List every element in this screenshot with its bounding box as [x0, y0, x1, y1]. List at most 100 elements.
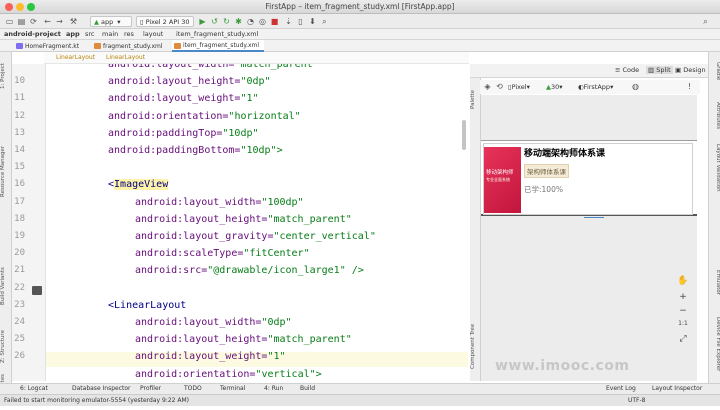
attribute-value: "0dp"	[261, 317, 292, 328]
tool-profiler[interactable]: Profiler	[140, 385, 161, 392]
orientation-icon[interactable]: ⟲	[494, 81, 505, 92]
tool-layout-inspector[interactable]: Layout Inspector	[652, 385, 702, 392]
debug-icon[interactable]: ✱	[233, 16, 244, 27]
code-line[interactable]: android:layout_height="match_parent"	[135, 214, 352, 225]
code-line[interactable]: android:src="@drawable/icon_large1" />	[135, 265, 364, 276]
pan-icon[interactable]: ✋	[676, 276, 690, 288]
code-line[interactable]: android:paddingTop="10dp"	[108, 128, 259, 139]
title-bar: FirstApp – item_fragment_study.xml [Firs…	[0, 0, 720, 14]
tool-terminal[interactable]: Terminal	[220, 385, 245, 392]
breadcrumb-app[interactable]: app	[66, 30, 80, 38]
tool-resource-manager[interactable]: Resource Manager	[0, 142, 12, 200]
module-select[interactable]: ▲ app ▾	[90, 16, 132, 27]
split-mode-button[interactable]: ▥ Split	[646, 66, 673, 74]
code-line[interactable]: android:scaleType="fitCenter"	[135, 248, 310, 259]
attach-debugger-icon[interactable]: ◎	[257, 16, 268, 27]
editor-scrollbar[interactable]	[462, 120, 466, 150]
forward-icon[interactable]: →	[54, 16, 65, 27]
stop-icon[interactable]: ■	[269, 16, 280, 27]
code-mode-button[interactable]: ≡ Code	[615, 66, 639, 74]
code-line[interactable]: android:orientation="horizontal"	[108, 111, 301, 122]
zoom-out-icon[interactable]: −	[676, 306, 690, 318]
tool-structure[interactable]: Z: Structure	[0, 327, 12, 367]
tool-logcat[interactable]: 6: Logcat	[20, 385, 48, 392]
sdk-manager-icon[interactable]: ⬇	[307, 16, 318, 27]
search-icon[interactable]: ⌕	[700, 16, 711, 27]
save-icon[interactable]: ▤	[16, 16, 27, 27]
breadcrumb-layout[interactable]: layout	[143, 30, 163, 38]
tool-run[interactable]: 4: Run	[264, 385, 283, 392]
main-toolbar: ▭ ▤ ⟳ ← → ⚒ ▲ app ▾ ▯ Pixel 2 API 30 ▶ ↺…	[0, 14, 720, 29]
profile-icon[interactable]: ◔	[245, 16, 256, 27]
tool-gradle[interactable]: Gradle	[709, 56, 720, 86]
device-menu[interactable]: ▯ Pixel ▾	[508, 81, 530, 92]
run-icon[interactable]: ▶	[197, 16, 208, 27]
code-line[interactable]: android:layout_weight="1"	[135, 351, 286, 362]
warning-icon[interactable]: !	[684, 81, 695, 92]
api-menu[interactable]: ▲ 30 ▾	[546, 81, 563, 92]
attribute-name: android:src=	[135, 265, 208, 277]
code-editor[interactable]: android:layout_width="match_parent"andro…	[46, 64, 468, 381]
layout-inspector-icon[interactable]: ⌕	[319, 16, 330, 27]
locale-icon[interactable]: ◍	[630, 81, 641, 92]
xml-crumb-linearlayout[interactable]: LinearLayout	[56, 54, 95, 61]
zoom-actual-icon[interactable]: 1:1	[676, 320, 690, 332]
tool-database-inspector[interactable]: Database Inspector	[72, 385, 131, 392]
attribute-value: "center_vertical"	[273, 231, 376, 242]
code-line[interactable]: android:layout_gravity="center_vertical"	[135, 231, 376, 242]
attribute-value: "match_parent"	[267, 213, 352, 225]
tool-build[interactable]: Build	[300, 385, 315, 392]
hammer-icon[interactable]: ⚒	[68, 16, 79, 27]
back-icon[interactable]: ←	[42, 16, 53, 27]
tab-item-fragment-study[interactable]: item_fragment_study.xml	[172, 40, 264, 52]
breadcrumb-main[interactable]: main	[102, 30, 118, 38]
status-encoding[interactable]: UTF-8	[628, 397, 646, 404]
preview-progress: 已学:100%	[524, 185, 563, 194]
design-mode-button[interactable]: ▣ Design	[675, 66, 706, 74]
tab-fragment-study[interactable]: fragment_study.xml	[92, 40, 172, 52]
layout-preview: 移动架构师 专业全面系统 移动端架构师体系课 架构师体系课 已学:100%	[481, 140, 697, 218]
code-line[interactable]: android:layout_weight="1"	[108, 93, 259, 104]
tool-project[interactable]: 1: Project	[0, 56, 12, 96]
theme-menu[interactable]: ◐ FirstApp ▾	[578, 81, 613, 92]
code-line[interactable]: <LinearLayout	[108, 300, 186, 311]
sync-icon[interactable]: ⟳	[28, 16, 39, 27]
image-preview-icon[interactable]	[32, 285, 42, 295]
zoom-in-icon[interactable]: +	[676, 292, 690, 304]
breadcrumb-src[interactable]: src	[85, 30, 95, 38]
layers-icon[interactable]: ◈	[482, 81, 493, 92]
avd-manager-icon[interactable]: ▯	[295, 16, 306, 27]
code-line[interactable]: android:layout_width="100dp"	[135, 197, 304, 208]
breadcrumb-file[interactable]: item_fragment_study.xml	[176, 30, 258, 38]
breadcrumb-res[interactable]: res	[124, 30, 134, 38]
tool-todo[interactable]: TODO	[184, 385, 202, 392]
tool-device-file-explorer[interactable]: Device File Explorer	[709, 308, 720, 380]
gradle-sync-icon[interactable]: ⇣	[283, 16, 294, 27]
code-line[interactable]: android:layout_width="0dp"	[135, 317, 292, 328]
code-line[interactable]: android:paddingBottom="10dp">	[108, 145, 283, 156]
code-line[interactable]: android:layout_height="match_parent"	[135, 334, 352, 345]
tag-name: LinearLayout	[114, 299, 187, 311]
breadcrumb-project[interactable]: android-project	[4, 30, 61, 38]
design-canvas[interactable]	[481, 95, 697, 381]
design-toolbar: ◈ ⟲ ▯ Pixel ▾ ▲ 30 ▾ ◐ FirstApp ▾ ◍ !	[480, 80, 700, 94]
code-line[interactable]: android:layout_width="match_parent"	[108, 64, 319, 70]
attribute-name: android:scaleType=	[135, 248, 244, 260]
tab-homefragment[interactable]: HomeFragment.kt	[14, 40, 92, 52]
code-line[interactable]: android:orientation="vertical">	[135, 369, 322, 380]
device-select[interactable]: ▯ Pixel 2 API 30	[136, 16, 194, 27]
apply-changes-icon[interactable]: ↺	[209, 16, 220, 27]
xml-crumb-linearlayout-child[interactable]: LinearLayout	[106, 54, 145, 61]
apply-code-icon[interactable]: ↻	[221, 16, 232, 27]
tool-layout-validation[interactable]: Layout Validation	[709, 140, 720, 196]
code-line[interactable]: android:layout_height="0dp"	[108, 76, 271, 87]
tool-attributes[interactable]: Attributes	[709, 98, 720, 134]
zoom-fit-icon[interactable]: ⤢	[676, 334, 690, 346]
code-line[interactable]: <ImageView	[108, 179, 169, 191]
tab-label: HomeFragment.kt	[25, 42, 80, 50]
tool-emulator[interactable]: Emulator	[709, 262, 720, 302]
tool-event-log[interactable]: Event Log	[606, 385, 636, 392]
tool-build-variants[interactable]: Build Variants	[0, 262, 12, 310]
open-folder-icon[interactable]: ▭	[4, 16, 15, 27]
preview-item: 移动架构师 专业全面系统 移动端架构师体系课 架构师体系课 已学:100%	[483, 143, 693, 218]
